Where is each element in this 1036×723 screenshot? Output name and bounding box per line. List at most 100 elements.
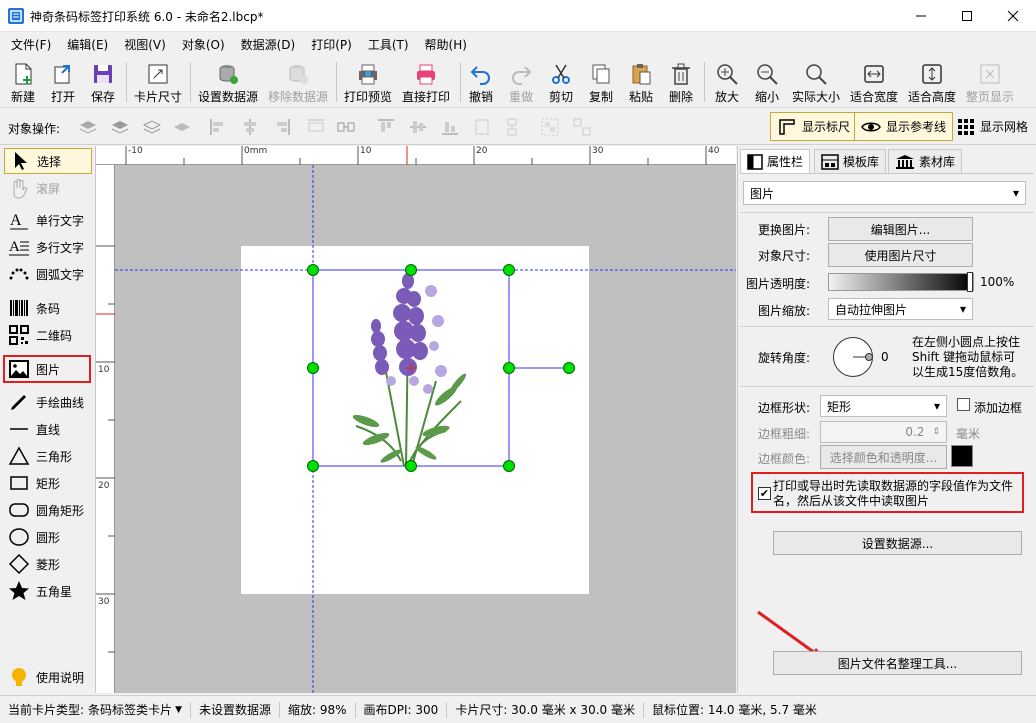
tool-freehand[interactable]: 手绘曲线 xyxy=(4,389,92,415)
menu-edit[interactable]: 编辑(E) xyxy=(59,36,116,53)
bring-forward-icon[interactable] xyxy=(110,117,130,137)
tool-line[interactable]: 直线 xyxy=(4,416,92,442)
edit-image-button[interactable]: 编辑图片... xyxy=(828,217,973,241)
set-datasource-button[interactable]: 设置数据源 xyxy=(196,58,260,106)
open-button[interactable]: 打开 xyxy=(46,58,80,106)
scaling-select[interactable]: 自动拉伸图片 ▾ xyxy=(828,298,973,320)
rotate-handle[interactable] xyxy=(563,362,575,374)
tool-single-line-text[interactable]: A 单行文字 xyxy=(4,207,92,233)
tool-image[interactable]: 图片 xyxy=(3,355,91,383)
copy-button[interactable]: 复制 xyxy=(586,58,616,106)
align-right-icon[interactable] xyxy=(272,117,292,137)
same-width-icon[interactable] xyxy=(472,117,492,137)
resize-handle-top-right[interactable] xyxy=(503,264,515,276)
menu-object[interactable]: 对象(O) xyxy=(174,36,233,53)
resize-handle-left[interactable] xyxy=(307,362,319,374)
object-ops-label: 对象操作: xyxy=(8,122,61,136)
undo-button[interactable]: 撤销 xyxy=(466,58,496,106)
actual-size-button[interactable]: 实际大小 xyxy=(788,58,844,106)
redo-button[interactable]: 重做 xyxy=(506,58,536,106)
tool-barcode[interactable]: 条码 xyxy=(4,295,92,321)
direct-print-button[interactable]: 直接打印 xyxy=(400,58,452,106)
rotation-dial[interactable] xyxy=(833,337,873,377)
rotation-hint-line: Shift 键拖动鼠标可 xyxy=(912,350,1016,364)
delete-button[interactable]: 删除 xyxy=(666,58,696,106)
tool-scroll[interactable]: 滚屏 xyxy=(4,175,92,201)
tool-select[interactable]: 选择 xyxy=(4,148,92,174)
fit-width-button[interactable]: 适合宽度 xyxy=(846,58,902,106)
align-middle-icon[interactable] xyxy=(408,117,428,137)
show-guides-toggle[interactable]: 显示参考线 xyxy=(854,112,954,141)
tool-rounded-rectangle[interactable]: 圆角矩形 xyxy=(4,497,92,523)
tool-star[interactable]: 五角星 xyxy=(4,578,92,604)
border-color-button[interactable]: 选择颜色和透明度... xyxy=(820,445,947,469)
align-bottom-icon[interactable] xyxy=(440,117,460,137)
help-button[interactable]: 使用说明 xyxy=(4,664,92,690)
resize-handle-bottom-left[interactable] xyxy=(307,460,319,472)
align-left-icon[interactable] xyxy=(208,117,228,137)
maximize-icon[interactable] xyxy=(944,0,990,32)
tool-rectangle[interactable]: 矩形 xyxy=(4,470,92,496)
opacity-slider-thumb[interactable] xyxy=(967,272,973,292)
menu-file[interactable]: 文件(F) xyxy=(3,36,59,53)
filename-tool-button[interactable]: 图片文件名整理工具... xyxy=(773,651,1022,675)
menu-datasource[interactable]: 数据源(D) xyxy=(233,36,304,53)
set-datasource-panel-button[interactable]: 设置数据源... xyxy=(773,531,1022,555)
tab-materials[interactable]: 素材库 xyxy=(888,149,963,173)
print-preview-button[interactable]: 打印预览 xyxy=(342,58,394,106)
tool-diamond[interactable]: 菱形 xyxy=(4,551,92,577)
send-backward-icon[interactable] xyxy=(142,117,162,137)
resize-handle-right[interactable] xyxy=(503,362,515,374)
design-canvas[interactable]: -10 0mm 10 20 30 40 10 20 30 xyxy=(96,146,736,693)
cut-button[interactable]: 剪切 xyxy=(546,58,576,106)
tool-triangle[interactable]: 三角形 xyxy=(4,443,92,469)
close-icon[interactable] xyxy=(990,0,1036,32)
opacity-slider[interactable] xyxy=(828,272,974,292)
border-shape-select[interactable]: 矩形 ▾ xyxy=(820,395,947,417)
menu-tools[interactable]: 工具(T) xyxy=(360,36,417,53)
resize-handle-bottom[interactable] xyxy=(405,460,417,472)
zoom-out-button[interactable]: 缩小 xyxy=(752,58,782,106)
align-center-icon[interactable] xyxy=(240,117,260,137)
paste-button[interactable]: 粘贴 xyxy=(626,58,656,106)
tool-arc-text[interactable]: 圆弧文字 xyxy=(4,261,92,287)
menu-help[interactable]: 帮助(H) xyxy=(417,36,475,53)
add-border-checkbox[interactable] xyxy=(957,398,970,411)
ungroup-icon[interactable] xyxy=(572,117,592,137)
menu-print[interactable]: 打印(P) xyxy=(303,36,360,53)
show-ruler-toggle[interactable]: 显示标尺 xyxy=(770,112,858,141)
same-height-icon[interactable] xyxy=(502,117,522,137)
tool-circle[interactable]: 圆形 xyxy=(4,524,92,550)
fit-page-label: 整页显示 xyxy=(965,90,1014,104)
border-color-swatch[interactable] xyxy=(951,445,973,467)
menu-view[interactable]: 视图(V) xyxy=(116,36,174,53)
resize-handle-bottom-right[interactable] xyxy=(503,460,515,472)
send-back-icon[interactable] xyxy=(172,117,192,137)
border-width-stepper[interactable]: 0.2 ⇕ xyxy=(820,421,947,443)
tab-properties[interactable]: 属性栏 xyxy=(740,149,811,173)
tab-templates[interactable]: 模板库 xyxy=(814,149,887,173)
tool-qrcode[interactable]: 二维码 xyxy=(4,322,92,348)
zoom-in-button[interactable]: 放大 xyxy=(712,58,742,106)
show-grid-toggle[interactable]: 显示网格 xyxy=(950,112,1035,141)
read-datasource-checkbox[interactable]: ✔ xyxy=(758,487,771,500)
save-button[interactable]: 保存 xyxy=(86,58,120,106)
remove-datasource-button[interactable]: 移除数据源 xyxy=(266,58,330,106)
resize-handle-top[interactable] xyxy=(405,264,417,276)
object-type-select[interactable]: 图片 ▾ xyxy=(743,181,1026,205)
card-size-button[interactable]: 卡片尺寸 xyxy=(132,58,184,106)
resize-handle-top-left[interactable] xyxy=(307,264,319,276)
fit-height-button[interactable]: 适合高度 xyxy=(904,58,960,106)
fit-page-button[interactable]: 整页显示 xyxy=(962,58,1018,106)
new-button[interactable]: 新建 xyxy=(6,58,40,106)
group-icon[interactable] xyxy=(540,117,560,137)
minimize-icon[interactable] xyxy=(898,0,944,32)
remove-datasource-label: 移除数据源 xyxy=(267,90,328,104)
distribute-h-icon[interactable] xyxy=(306,117,326,137)
distribute-v-icon[interactable] xyxy=(336,117,356,137)
bring-front-icon[interactable] xyxy=(78,117,98,137)
align-top-icon[interactable] xyxy=(376,117,396,137)
use-image-size-button[interactable]: 使用图片尺寸 xyxy=(828,243,973,267)
tool-multi-line-text[interactable]: A 多行文字 xyxy=(4,234,92,260)
card-type-cell[interactable]: 当前卡片类型: 条码标签类卡片 ▼ xyxy=(0,701,191,718)
